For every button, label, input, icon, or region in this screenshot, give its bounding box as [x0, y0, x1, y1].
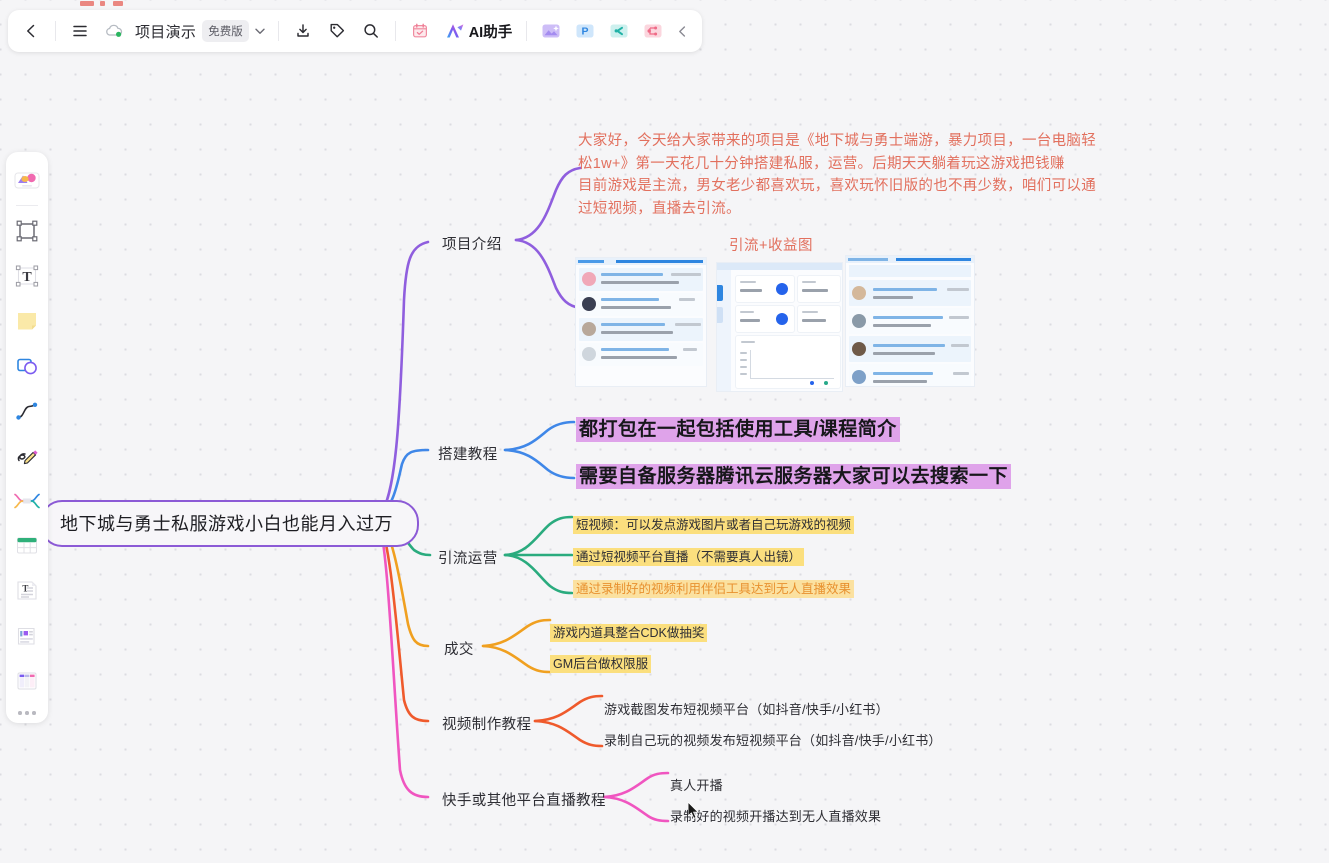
- leaf-traffic-3[interactable]: 通过录制好的视频利用伴侣工具达到无人直播效果: [573, 578, 854, 598]
- calendar-icon: [411, 22, 429, 40]
- text-icon: T: [14, 263, 40, 289]
- sticky-note-icon: [14, 308, 40, 334]
- intro-line: 松1w+》第一天花几十分钟搭建私服，运营。后期天天躺着玩这游戏把钱赚: [578, 153, 1118, 176]
- image-icon: [540, 21, 562, 41]
- branch-node-project-intro[interactable]: 项目介绍: [442, 233, 502, 254]
- calendar-button[interactable]: [403, 14, 437, 48]
- connector-tool[interactable]: [10, 394, 44, 428]
- left-tool-dock: T: [6, 152, 48, 723]
- mindmap-tool[interactable]: [10, 484, 44, 518]
- svg-text:P: P: [582, 26, 589, 38]
- screenshot-image-dashboard[interactable]: [716, 262, 843, 392]
- screenshot-gallery[interactable]: [575, 255, 973, 390]
- intro-line: 目前游戏是主流，男女老少都喜欢玩，喜欢玩怀旧版的也不再少数，咱们可以通: [578, 175, 1118, 198]
- leaf-video-2[interactable]: 录制自己玩的视频发布短视频平台（如抖音/快手/小红书）: [604, 730, 942, 749]
- collapse-toolbar-button[interactable]: [670, 14, 694, 48]
- svg-text:T: T: [22, 270, 32, 285]
- leaf-traffic-2[interactable]: 通过短视频平台直播（不需要真人出镜）: [573, 546, 804, 566]
- project-intro-paragraph[interactable]: 大家好，今天给大家带来的项目是《地下城与勇士端游，暴力项目，一台电脑轻 松1w+…: [578, 130, 1118, 220]
- mindmap-icon: [608, 21, 630, 41]
- shape-tool[interactable]: [10, 349, 44, 383]
- chevron-left-icon: [23, 23, 39, 39]
- shape-icon: [14, 353, 40, 379]
- mindmap-tool-icon: [13, 489, 41, 513]
- insert-flowchart-button[interactable]: [636, 14, 670, 48]
- ai-assistant-label: AI助手: [469, 21, 513, 42]
- note-tool[interactable]: [10, 304, 44, 338]
- insert-mindmap-button[interactable]: [602, 14, 636, 48]
- cloud-sync-status[interactable]: [97, 14, 131, 48]
- chart-caption: 引流+收益图: [729, 234, 813, 255]
- leaf-conversion-1[interactable]: 游戏内道具整合CDK做抽奖: [550, 622, 707, 642]
- table-icon: [14, 534, 40, 558]
- leaf-video-1[interactable]: 游戏截图发布短视频平台（如抖音/快手/小红书）: [604, 699, 889, 718]
- tag-button[interactable]: [320, 14, 354, 48]
- leaf-live-1[interactable]: 真人开播: [670, 775, 723, 794]
- intro-line: 过短视频，直播去引流。: [578, 198, 1118, 221]
- screenshot-image-traffic[interactable]: [575, 257, 707, 387]
- title-dropdown-button[interactable]: [249, 14, 271, 48]
- connector-icon: [14, 398, 40, 424]
- plan-badge[interactable]: 免费版: [202, 20, 249, 42]
- pen-icon: [14, 443, 41, 469]
- pen-tool[interactable]: [10, 439, 44, 473]
- dock-divider: [16, 205, 38, 206]
- cloud-sync-icon: [104, 22, 124, 40]
- mindmap-canvas[interactable]: 地下城与勇士私服游戏小白也能月入过万 项目介绍 搭建教程 引流运营 成交 视频制…: [0, 0, 1329, 863]
- textcard-tool[interactable]: T: [10, 574, 44, 608]
- insert-ppt-button[interactable]: P: [568, 14, 602, 48]
- leaf-setup-1[interactable]: 都打包在一起包括使用工具/课程简介: [576, 414, 900, 441]
- ai-sparkle-icon: [444, 21, 466, 41]
- back-button[interactable]: [14, 14, 48, 48]
- leaf-live-2[interactable]: 录制好的视频开播达到无人直播效果: [670, 806, 881, 825]
- download-button[interactable]: [286, 14, 320, 48]
- kanban-tool[interactable]: [10, 664, 44, 698]
- toolbar-divider: [395, 21, 396, 41]
- search-icon: [362, 22, 380, 40]
- download-icon: [294, 22, 312, 40]
- branch-node-traffic-ops[interactable]: 引流运营: [438, 547, 498, 568]
- frame-tool[interactable]: [10, 214, 44, 248]
- top-toolbar: 项目演示 免费版: [8, 10, 702, 52]
- toolbar-divider: [526, 21, 527, 41]
- sticker-icon: [12, 168, 42, 192]
- text-tool[interactable]: T: [10, 259, 44, 293]
- ai-assistant-button[interactable]: AI助手: [437, 16, 520, 46]
- chevron-left-icon: [676, 25, 689, 38]
- toolbar-divider: [278, 21, 279, 41]
- leaf-setup-2[interactable]: 需要自备服务器腾讯云服务器大家可以去搜索一下: [576, 461, 1011, 488]
- mouse-cursor: [688, 802, 701, 820]
- media-tool[interactable]: [10, 619, 44, 653]
- screenshot-image-income[interactable]: [845, 255, 975, 387]
- toolbar-divider: [55, 21, 56, 41]
- frame-icon: [14, 218, 40, 244]
- document-title[interactable]: 项目演示: [135, 21, 196, 42]
- branch-node-video-tutorial[interactable]: 视频制作教程: [442, 713, 531, 734]
- branch-node-conversion[interactable]: 成交: [444, 638, 474, 659]
- hamburger-menu-icon: [71, 22, 89, 40]
- more-tools-button[interactable]: [18, 711, 36, 715]
- branch-node-live-tutorial[interactable]: 快手或其他平台直播教程: [442, 789, 606, 810]
- search-button[interactable]: [354, 14, 388, 48]
- intro-line: 大家好，今天给大家带来的项目是《地下城与勇士端游，暴力项目，一台电脑轻: [578, 130, 1118, 153]
- ppt-icon: P: [574, 21, 596, 41]
- sticker-tool[interactable]: [10, 163, 44, 197]
- leaf-conversion-2[interactable]: GM后台做权限服: [550, 653, 651, 673]
- insert-image-button[interactable]: [534, 14, 568, 48]
- table-tool[interactable]: [10, 529, 44, 563]
- media-card-icon: [14, 623, 40, 649]
- text-card-icon: T: [14, 578, 40, 604]
- kanban-icon: [14, 668, 40, 694]
- chevron-down-icon: [254, 25, 266, 37]
- menu-button[interactable]: [63, 14, 97, 48]
- mindmap-root-node[interactable]: 地下城与勇士私服游戏小白也能月入过万: [40, 500, 419, 547]
- branch-node-setup-tutorial[interactable]: 搭建教程: [438, 443, 498, 464]
- flowchart-icon: [642, 21, 664, 41]
- leaf-traffic-1[interactable]: 短视频：可以发点游戏图片或者自己玩游戏的视频: [573, 514, 854, 534]
- tag-icon: [328, 22, 346, 40]
